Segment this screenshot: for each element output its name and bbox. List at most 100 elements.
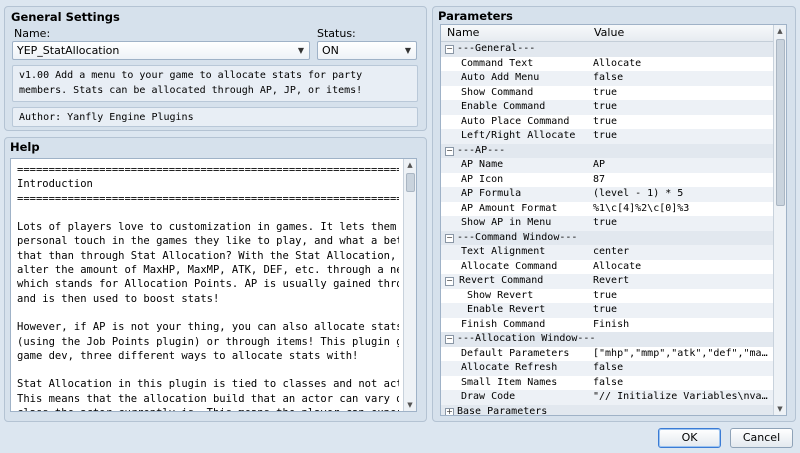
help-line: However, if AP is not your thing, you ca…: [17, 321, 399, 334]
parameter-row[interactable]: AP Icon 87: [441, 173, 774, 188]
help-line: game dev, three different ways to alloca…: [17, 349, 359, 362]
help-line: alter the amount of MaxHP, MaxMP, ATK, D…: [17, 264, 399, 277]
parameter-row[interactable]: Show Command true: [441, 86, 774, 101]
parameter-name: AP Name: [461, 159, 504, 170]
parameter-row[interactable]: Text Alignment center: [441, 245, 774, 260]
status-label: Status:: [317, 27, 356, 40]
parameter-row[interactable]: Enable Command true: [441, 100, 774, 115]
parameter-row[interactable]: Finish Command Finish: [441, 318, 774, 333]
parameter-row[interactable]: AP Formula (level - 1) * 5: [441, 187, 774, 202]
collapse-icon[interactable]: −: [445, 45, 454, 54]
help-line: This means that the allocation build tha…: [17, 392, 399, 405]
collapse-icon[interactable]: −: [445, 233, 454, 243]
parameter-row[interactable]: AP Name AP: [441, 158, 774, 173]
parameter-value: Allocate: [593, 260, 642, 272]
parameter-value: Allocate: [593, 57, 642, 69]
parameter-row[interactable]: Auto Add Menu false: [441, 71, 774, 86]
parameter-name: AP Icon: [461, 173, 504, 185]
parameter-name: AP Amount Format: [461, 202, 558, 214]
parameter-value: (level - 1) * 5: [593, 188, 684, 199]
cancel-button[interactable]: Cancel: [730, 428, 793, 448]
help-text-area[interactable]: ========================================…: [10, 158, 417, 412]
parameter-row[interactable]: Command Text Allocate: [441, 57, 774, 72]
parameter-name: Text Alignment: [461, 246, 546, 257]
parameters-scrollbar[interactable]: ▲ ▼: [773, 25, 786, 415]
help-line: that than through Stat Allocation? With …: [17, 249, 397, 262]
collapse-icon[interactable]: −: [445, 335, 454, 344]
parameter-name: Auto Place Command: [461, 115, 570, 127]
parameter-value: AP: [593, 159, 606, 170]
collapse-icon[interactable]: −: [445, 277, 454, 286]
help-line: Lots of players love to customization in…: [17, 221, 397, 234]
help-line: ========================================…: [17, 192, 399, 205]
parameters-header: Name Value: [441, 25, 774, 42]
parameter-value: Finish: [593, 318, 630, 330]
parameter-group-row[interactable]: − ---AP---: [441, 143, 774, 158]
help-line: Stat Allocation in this plugin is tied t…: [17, 378, 399, 391]
collapse-icon[interactable]: −: [445, 146, 454, 156]
parameter-value: center: [593, 246, 630, 257]
help-line: (using the Job Points plugin) or through…: [17, 335, 399, 348]
scroll-down-icon[interactable]: ▼: [774, 403, 786, 415]
parameter-row[interactable]: Small Item Names false: [441, 376, 774, 391]
chevron-down-icon: ▼: [297, 46, 304, 55]
parameter-name: Enable Revert: [467, 304, 546, 315]
plugin-name-value: YEP_StatAllocation: [17, 44, 120, 57]
expand-icon[interactable]: +: [445, 407, 454, 415]
parameter-name: Allocate Command: [461, 260, 558, 272]
parameter-value: 87: [593, 173, 606, 185]
parameter-name: Enable Command: [461, 101, 546, 112]
parameter-name: Small Item Names: [461, 376, 558, 388]
parameter-row[interactable]: Show AP in Menu true: [441, 216, 774, 231]
parameter-row[interactable]: Show Revert true: [441, 289, 774, 304]
parameter-name: ---Command Window---: [457, 231, 578, 243]
parameters-title: Parameters: [438, 9, 513, 23]
general-settings-panel: General Settings Name: Status: YEP_StatA…: [4, 6, 427, 131]
parameter-value: true: [593, 217, 618, 228]
parameter-name: Show Revert: [467, 289, 534, 301]
parameter-value: false: [593, 376, 624, 388]
parameter-value: true: [593, 86, 618, 98]
parameter-group-row[interactable]: − ---General---: [441, 42, 774, 57]
scroll-down-icon[interactable]: ▼: [404, 399, 416, 411]
parameter-group-row[interactable]: + Base Parameters: [441, 404, 774, 416]
ok-button[interactable]: OK: [658, 428, 721, 448]
parameter-value: false: [593, 362, 624, 373]
parameters-scroll-thumb[interactable]: [776, 39, 785, 206]
parameter-value: ["mhp","mmp","atk","def","mat","md…: [593, 347, 771, 359]
parameter-name: Revert Command: [459, 275, 544, 286]
parameter-row[interactable]: Draw Code "// Initialize Variables\nvar p…: [441, 390, 774, 405]
status-value: ON: [322, 44, 339, 57]
parameter-name: Base Parameters: [457, 405, 548, 416]
plugin-description: v1.00 Add a menu to your game to allocat…: [12, 65, 418, 102]
column-name-header: Name: [447, 26, 480, 39]
parameter-row[interactable]: Auto Place Command true: [441, 115, 774, 130]
scroll-up-icon[interactable]: ▲: [774, 25, 786, 37]
parameter-group-row[interactable]: − ---Allocation Window---: [441, 332, 774, 347]
parameter-value: true: [593, 130, 618, 141]
parameter-row[interactable]: AP Amount Format %1\c[4]%2\c[0]%3: [441, 202, 774, 217]
parameter-name: ---Allocation Window---: [457, 333, 596, 344]
help-scroll-thumb[interactable]: [406, 173, 415, 192]
parameters-table[interactable]: Name Value − ---General--- Command Text All…: [440, 24, 787, 416]
scroll-up-icon[interactable]: ▲: [404, 159, 416, 171]
parameter-row[interactable]: Default Parameters ["mhp","mmp","atk","de…: [441, 347, 774, 362]
parameter-value: true: [593, 101, 618, 112]
chevron-down-icon: ▼: [404, 46, 411, 55]
parameter-row[interactable]: Allocate Refresh false: [441, 361, 774, 376]
parameter-row[interactable]: Enable Revert true: [441, 303, 774, 318]
parameter-row[interactable]: Left/Right Allocate true: [441, 129, 774, 144]
parameter-name: ---General---: [457, 43, 536, 54]
parameter-name: Finish Command: [461, 318, 546, 330]
help-line: Introduction: [17, 178, 93, 191]
plugin-author: Author: Yanfly Engine Plugins: [12, 107, 418, 127]
parameter-name: ---AP---: [457, 144, 506, 156]
status-select[interactable]: ON ▼: [317, 41, 417, 60]
name-label: Name:: [14, 27, 51, 40]
help-scrollbar[interactable]: ▲ ▼: [403, 159, 416, 411]
parameter-row[interactable]: − Revert Command Revert: [441, 274, 774, 289]
parameter-name: Allocate Refresh: [461, 362, 558, 373]
parameter-group-row[interactable]: − ---Command Window---: [441, 230, 774, 245]
plugin-name-select[interactable]: YEP_StatAllocation ▼: [12, 41, 310, 60]
parameter-row[interactable]: Allocate Command Allocate: [441, 260, 774, 275]
